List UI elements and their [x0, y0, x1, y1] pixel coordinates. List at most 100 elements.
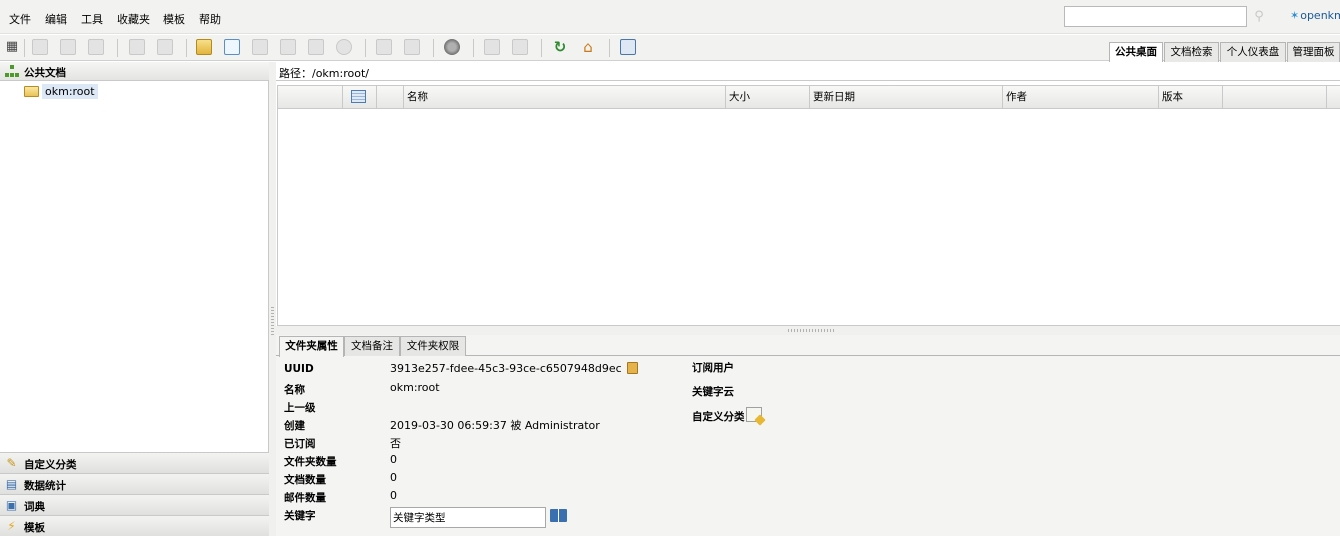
prop-label-keywords: 关键字 [284, 510, 316, 522]
toolbar-separator [433, 39, 434, 57]
col-size[interactable]: 大小 [726, 86, 810, 109]
prop-label-folders: 文件夹数量 [284, 456, 337, 468]
home-icon[interactable]: ⌂ [580, 39, 596, 55]
search-icon[interactable]: ⚲ [1251, 9, 1267, 25]
panel-templates[interactable]: ⚡ 模板 [0, 515, 269, 536]
panel-label: 数据统计 [24, 480, 66, 492]
remove-property-icon[interactable] [404, 39, 420, 55]
panel-custom-categories[interactable]: ✎ 自定义分类 [0, 452, 269, 473]
tab-document-search[interactable]: 文档检索 [1164, 42, 1219, 62]
copy-icon[interactable] [627, 362, 638, 374]
tree-view-icon[interactable]: ▦ [4, 39, 20, 55]
panel-thesaurus[interactable]: ▣ 词典 [0, 494, 269, 515]
tab-administration[interactable]: 管理面板 [1287, 42, 1340, 62]
path-bar: 路径：/okm:root/ [276, 62, 1340, 81]
col-status[interactable] [377, 86, 404, 109]
columns-icon[interactable] [351, 90, 366, 103]
cancel-icon[interactable] [336, 39, 352, 55]
col-icon[interactable] [343, 86, 377, 109]
toolbar-separator [541, 39, 542, 57]
vertical-splitter[interactable] [269, 62, 276, 536]
folder-open-icon [24, 86, 39, 97]
checkout-icon[interactable] [280, 39, 296, 55]
book-icon: ▣ [5, 498, 18, 512]
category-icon: ✎ [6, 456, 17, 470]
grid-header: 名称 大小 更新日期 作者 版本 [278, 86, 1340, 109]
navigator-header[interactable]: 公共文档 [0, 62, 269, 81]
lightning-icon: ⚡ [7, 519, 16, 533]
prop-value-subscribed: 否 [390, 437, 401, 450]
properties-tabs: 文件夹属性 文档备注 文件夹权限 [276, 335, 1340, 357]
toolbar-separator [609, 39, 610, 57]
menu-templates[interactable]: 模板 [163, 11, 185, 27]
menu-tools[interactable]: 工具 [81, 11, 103, 27]
toolbar-separator [365, 39, 366, 57]
subscribe-icon[interactable] [484, 39, 500, 55]
splitter-grip[interactable] [788, 329, 836, 332]
col-name[interactable]: 名称 [404, 86, 726, 109]
pdf-icon[interactable] [60, 39, 76, 55]
brand-name: openkm [1300, 9, 1340, 22]
checkin-icon[interactable] [308, 39, 324, 55]
col-select[interactable] [278, 86, 343, 109]
properties-panel: 文件夹属性 文档备注 文件夹权限 UUID 3913e257-fdee-45c3… [276, 335, 1340, 536]
path-text: 路径：/okm:root/ [279, 67, 369, 80]
search-input[interactable] [1064, 6, 1247, 27]
toolbar-separator [186, 39, 187, 57]
col-updated[interactable]: 更新日期 [810, 86, 1003, 109]
navigator-title: 公共文档 [24, 67, 66, 79]
splitter-grip[interactable] [271, 307, 274, 337]
col-extra[interactable] [1223, 86, 1327, 109]
statistics-icon: ▤ [5, 477, 18, 491]
gear-icon[interactable] [444, 39, 460, 55]
prop-value-documents: 0 [390, 471, 397, 484]
add-document-icon[interactable] [224, 39, 240, 55]
unlock-icon[interactable] [157, 39, 173, 55]
prop-label-created: 创建 [284, 420, 305, 432]
panel-statistics[interactable]: ▤ 数据统计 [0, 473, 269, 494]
print-icon[interactable] [88, 39, 104, 55]
menu-edit[interactable]: 编辑 [45, 11, 67, 27]
tree-node-label: okm:root [42, 84, 98, 99]
menu-bookmarks[interactable]: 收藏夹 [117, 11, 150, 27]
file-browser-grid[interactable]: 名称 大小 更新日期 作者 版本 [277, 85, 1340, 326]
toolbar-separator [24, 39, 25, 57]
prop-value-folders: 0 [390, 453, 397, 466]
prop-label-uuid: UUID [284, 363, 314, 375]
tab-notes[interactable]: 文档备注 [344, 336, 400, 356]
download-icon[interactable] [32, 39, 48, 55]
menu-help[interactable]: 帮助 [199, 11, 221, 27]
add-property-icon[interactable] [376, 39, 392, 55]
unsubscribe-icon[interactable] [512, 39, 528, 55]
col-author[interactable]: 作者 [1003, 86, 1159, 109]
horizontal-splitter[interactable] [276, 326, 1340, 335]
col-version[interactable]: 版本 [1159, 86, 1223, 109]
tab-public-desktop[interactable]: 公共桌面 [1109, 42, 1163, 62]
left-pane: 公共文档 okm:root ✎ 自定义分类 ▤ 数据统计 ▣ 词典 ⚡ 模板 [0, 62, 269, 536]
tab-folder-permissions[interactable]: 文件夹权限 [400, 336, 466, 356]
edit-icon[interactable] [252, 39, 268, 55]
add-category-icon[interactable] [746, 407, 762, 422]
refresh-icon[interactable]: ↻ [552, 39, 568, 55]
prop-label-documents: 文档数量 [284, 474, 326, 486]
prop-label-subscribed: 已订阅 [284, 438, 316, 450]
add-folder-icon[interactable] [196, 39, 212, 55]
prop-label-parent: 上一级 [284, 402, 316, 414]
tab-dashboard[interactable]: 个人仪表盘 [1220, 42, 1286, 62]
logo-icon: ✶ [1290, 9, 1300, 22]
thesaurus-book-icon[interactable] [550, 509, 567, 522]
brand-logo: ✶openkm [1290, 9, 1340, 22]
panel-label: 词典 [24, 501, 45, 513]
keyword-input[interactable] [390, 507, 546, 528]
prop-value-uuid: 3913e257-fdee-45c3-93ce-c6507948d9ec [390, 362, 622, 375]
tab-folder-properties[interactable]: 文件夹属性 [279, 336, 344, 357]
panel-label: 模板 [24, 522, 45, 534]
tree-icon [5, 65, 19, 78]
lock-icon[interactable] [129, 39, 145, 55]
prop-label-mails: 邮件数量 [284, 492, 326, 504]
toolbar-separator [117, 39, 118, 57]
menu-file[interactable]: 文件 [9, 11, 31, 27]
prop-value-created: 2019-03-30 06:59:37 被 Administrator [390, 419, 600, 432]
prop-value-mails: 0 [390, 489, 397, 502]
scanner-icon[interactable] [620, 39, 636, 55]
